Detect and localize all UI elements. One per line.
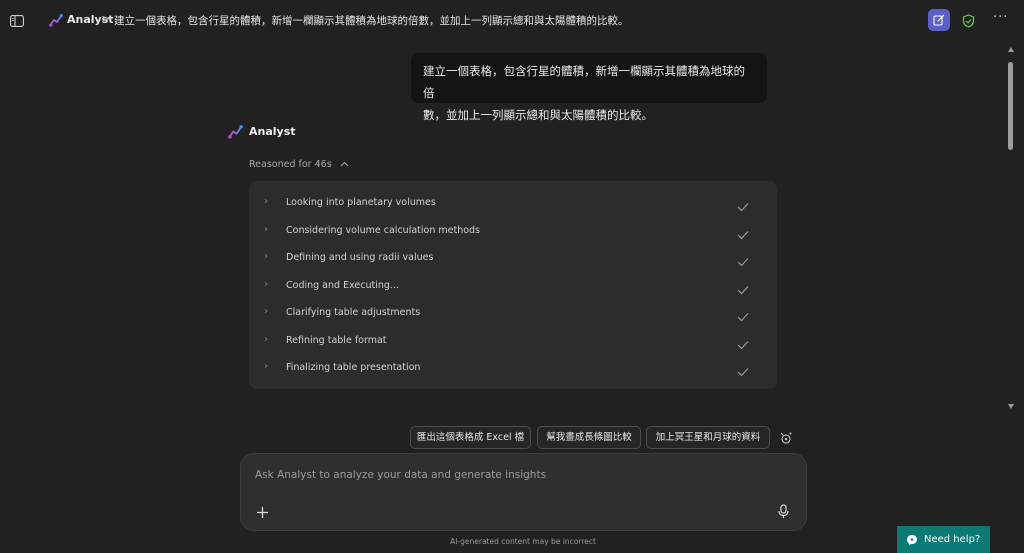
reasoning-step[interactable]: › Looking into planetary volumes <box>249 192 777 214</box>
plus-icon[interactable] <box>256 504 269 523</box>
check-icon <box>737 252 749 271</box>
more-options-icon[interactable]: ··· <box>993 10 1008 25</box>
chevron-right-icon: › <box>264 223 268 235</box>
reasoning-summary: Reasoned for 46s <box>249 159 332 170</box>
need-help-label: Need help? <box>924 534 981 545</box>
suggestion-chip[interactable]: 加上冥王星和月球的資料 <box>646 426 770 449</box>
chevron-right-icon: › <box>264 333 268 345</box>
reasoning-step-label: Clarifying table adjustments <box>286 307 421 318</box>
check-icon <box>737 335 749 354</box>
reasoning-step[interactable]: › Clarifying table adjustments <box>249 302 777 324</box>
reasoning-toggle[interactable]: Reasoned for 46s <box>249 159 349 170</box>
reasoning-step-label: Looking into planetary volumes <box>286 197 436 208</box>
reasoning-step[interactable]: › Refining table format <box>249 330 777 352</box>
chevron-right-icon: › <box>264 251 268 262</box>
analyst-logo-icon <box>49 12 63 27</box>
suggestion-chip[interactable]: 幫我畫成長條圖比較 <box>537 426 641 449</box>
reasoning-step[interactable]: › Coding and Executing... <box>249 275 777 297</box>
user-message-line: 建立一個表格，包含行星的體積，新增一欄顯示其體積為地球的倍 <box>423 64 745 100</box>
top-bar: Analyst > 建立一個表格，包含行星的體積，新增一欄顯示其體積為地球的倍數… <box>0 0 1024 40</box>
user-message: 建立一個表格，包含行星的體積，新增一欄顯示其體積為地球的倍 數，並加上一列顯示總… <box>411 53 767 122</box>
shield-check-icon[interactable] <box>962 13 975 32</box>
chevron-right-icon: › <box>264 361 268 372</box>
check-icon <box>737 307 749 326</box>
ai-disclaimer: AI-generated content may be incorrect <box>450 537 596 546</box>
suggestion-chip[interactable]: 匯出這個表格成 Excel 檔 <box>410 426 531 449</box>
reasoning-step-label: Refining table format <box>286 334 387 346</box>
agent-name: Analyst <box>249 125 296 138</box>
scroll-down-arrow[interactable] <box>1008 404 1014 409</box>
microphone-icon[interactable] <box>778 504 789 523</box>
reasoning-step-label: Coding and Executing... <box>286 279 399 291</box>
chevron-up-icon <box>340 159 349 170</box>
breadcrumb-chevron: > <box>101 12 111 25</box>
scroll-up-arrow[interactable] <box>1008 47 1014 52</box>
help-chat-icon <box>906 534 918 549</box>
reasoning-step[interactable]: › Defining and using radii values <box>249 247 777 269</box>
reasoning-step-label: Defining and using radii values <box>286 252 434 263</box>
check-icon <box>737 362 749 381</box>
chevron-right-icon: › <box>264 278 268 290</box>
reasoning-step[interactable]: › Finalizing table presentation <box>249 357 777 379</box>
chevron-right-icon: › <box>264 196 268 207</box>
message-input[interactable] <box>255 466 775 484</box>
chevron-right-icon: › <box>264 306 268 317</box>
check-icon <box>737 225 749 244</box>
conversation-title: 建立一個表格，包含行星的體積，新增一欄顯示其體積為地球的倍數，並加上一列顯示總和… <box>114 15 629 27</box>
reasoning-step-label: Considering volume calculation methods <box>286 224 481 236</box>
reasoning-steps-panel: › Looking into planetary volumes › Consi… <box>249 181 777 389</box>
check-icon <box>737 280 749 299</box>
chat-composer <box>240 453 807 531</box>
analyst-logo-icon <box>228 124 243 139</box>
reasoning-step[interactable]: › Considering volume calculation methods <box>249 220 777 242</box>
check-icon <box>737 197 749 216</box>
refresh-suggestions-icon[interactable] <box>779 430 793 449</box>
need-help-button[interactable]: Need help? <box>897 526 990 553</box>
scrollbar-thumb[interactable] <box>1008 62 1013 150</box>
new-chat-button[interactable] <box>928 9 950 31</box>
user-message-line: 數，並加上一列顯示總和與太陽體積的比較。 <box>423 108 653 122</box>
sidebar-toggle-icon[interactable] <box>10 12 26 28</box>
reasoning-step-label: Finalizing table presentation <box>286 362 421 373</box>
